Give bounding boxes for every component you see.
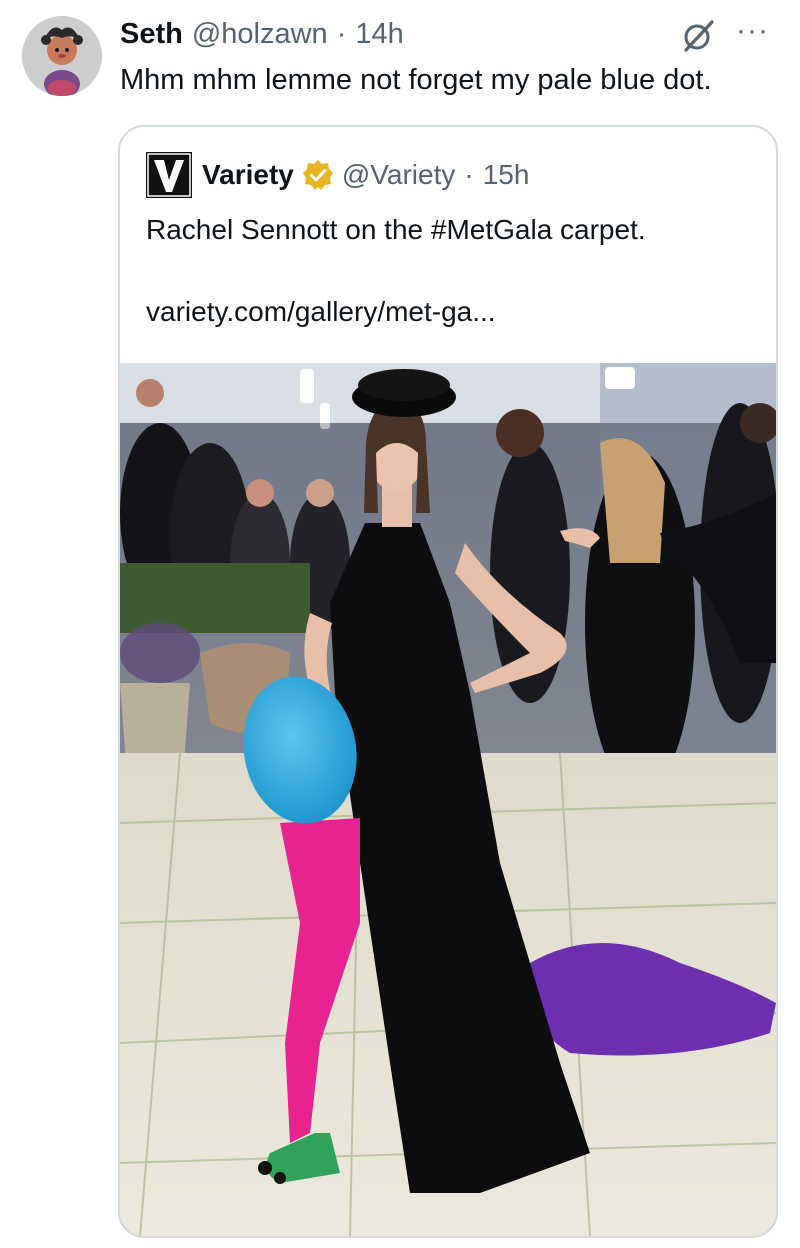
quoted-tweet-link[interactable]: variety.com/gallery/met-ga... <box>146 293 496 331</box>
quoted-author-name[interactable]: Variety <box>202 159 294 191</box>
met-gala-photo-image <box>120 363 776 1236</box>
tweet-photo[interactable] <box>120 363 776 1236</box>
grok-icon[interactable] <box>680 18 716 54</box>
quoted-timestamp[interactable]: 15h <box>483 159 530 191</box>
tweet-text: Mhm mhm lemme not forget my pale blue do… <box>120 64 712 96</box>
more-options-icon[interactable]: ··· <box>736 16 780 52</box>
author-name[interactable]: Seth <box>120 18 183 51</box>
quoted-tweet-card[interactable]: Variety @Variety · 15h Rachel Sennott on… <box>118 125 778 1238</box>
quoted-author-handle[interactable]: @Variety <box>342 159 456 191</box>
variety-logo-icon <box>146 152 192 198</box>
verified-badge-icon <box>302 160 333 190</box>
quoted-tweet-text: Rachel Sennott on the #MetGala carpet. <box>146 214 646 245</box>
tweet-header: Seth @holzawn · 14h <box>120 14 404 54</box>
author-avatar[interactable] <box>22 16 102 96</box>
separator-dot: · <box>336 17 347 50</box>
author-handle[interactable]: @holzawn <box>192 18 328 51</box>
tweet-timestamp[interactable]: 14h <box>355 18 403 51</box>
quoted-tweet-header: Variety @Variety · 15h <box>146 152 530 198</box>
quoted-separator-dot: · <box>464 159 474 190</box>
avatar-image <box>22 16 102 96</box>
